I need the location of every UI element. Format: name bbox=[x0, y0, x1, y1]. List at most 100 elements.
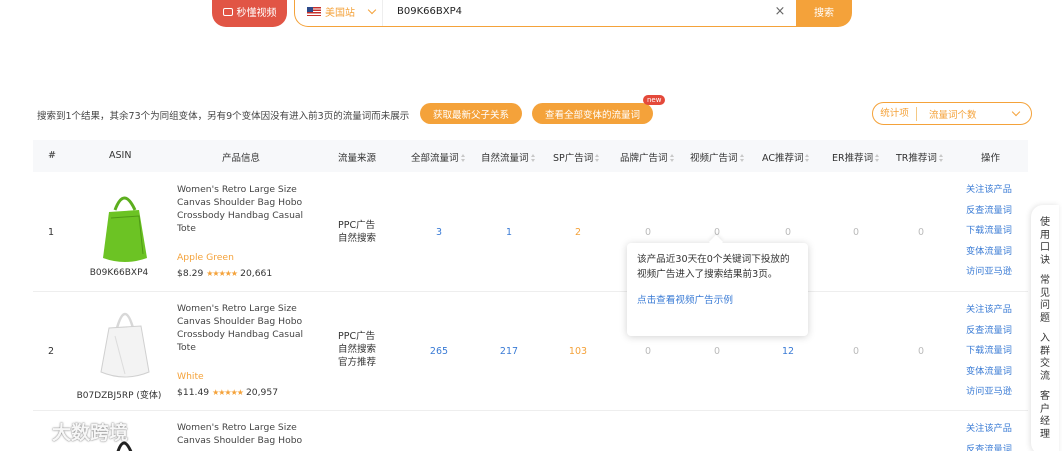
brand-keywords-count: 0 bbox=[644, 227, 652, 238]
watermark-text: 大数跨境 bbox=[52, 422, 129, 444]
sp-keywords-count[interactable]: 2 bbox=[558, 227, 598, 238]
all-keywords-count[interactable]: 3 bbox=[419, 227, 459, 238]
er-keywords-count: 0 bbox=[852, 346, 860, 357]
stat-select[interactable]: 统计项 流量词个数 bbox=[872, 102, 1032, 125]
video-ad-example-link[interactable]: 点击查看视频广告示例 bbox=[637, 293, 798, 308]
er-keywords-count: 0 bbox=[852, 227, 860, 238]
results-table: # ASIN 产品信息 流量来源 全部流量词 自然流量词 SP广告词 品牌广告词… bbox=[33, 140, 1028, 451]
side-help-panel: 使用口诀 常见问题 入群交流 客户经理 bbox=[1031, 205, 1059, 451]
table-row: Women's Retro Large Size Canvas Shoulder… bbox=[33, 411, 1028, 451]
variant-keywords-link[interactable]: 变体流量词 bbox=[966, 362, 1012, 383]
ac-keywords-count[interactable]: 12 bbox=[768, 346, 808, 357]
visit-amazon-link[interactable]: 访问亚马逊 bbox=[966, 382, 1012, 403]
asin-value[interactable]: B07DZBJ5RP (变体) bbox=[69, 388, 169, 401]
get-parent-child-button[interactable]: 获取最新父子关系 bbox=[420, 103, 522, 124]
rating-stars: ★★★★★ bbox=[206, 269, 238, 278]
col-sp-keywords[interactable]: SP广告词 bbox=[553, 150, 600, 164]
rating-stars: ★★★★★ bbox=[212, 388, 244, 397]
sort-icon bbox=[938, 154, 944, 162]
variant-keywords-link[interactable]: 变体流量词 bbox=[966, 242, 1012, 263]
follow-product-link[interactable]: 关注该产品 bbox=[966, 300, 1012, 321]
natural-keywords-count[interactable]: 217 bbox=[489, 346, 529, 357]
stat-value: 流量词个数 bbox=[929, 109, 977, 121]
reverse-lookup-link[interactable]: 反查流量词 bbox=[966, 440, 1012, 451]
sort-icon bbox=[460, 154, 466, 162]
col-all-keywords[interactable]: 全部流量词 bbox=[411, 150, 466, 164]
marketplace-label: 美国站 bbox=[325, 7, 355, 19]
col-natural-keywords[interactable]: 自然流量词 bbox=[481, 150, 536, 164]
product-price-line: $11.49 ★★★★★ 20,957 bbox=[177, 387, 278, 398]
faq-link[interactable]: 常见问题 bbox=[1038, 275, 1052, 325]
product-title[interactable]: Women's Retro Large Size Canvas Shoulder… bbox=[177, 302, 317, 354]
col-sp-keywords-label: SP广告词 bbox=[553, 153, 594, 164]
sort-icon bbox=[669, 154, 675, 162]
col-all-keywords-label: 全部流量词 bbox=[411, 153, 459, 164]
view-all-variants-button[interactable]: 查看全部变体的流量词 bbox=[532, 103, 653, 124]
col-er-keywords-label: ER推荐词 bbox=[832, 153, 874, 164]
table-row: 1 B09K66BXP4 Women's Retro Large Size Ca… bbox=[33, 172, 1028, 292]
chevron-down-icon bbox=[1011, 107, 1021, 117]
stat-label: 统计项 bbox=[873, 106, 917, 121]
sort-icon bbox=[530, 154, 536, 162]
chevron-down-icon bbox=[367, 5, 377, 14]
asin-value[interactable]: B09K66BXP4 bbox=[69, 268, 169, 278]
tv-icon bbox=[222, 7, 233, 16]
top-search-bar: 秒懂视频 美国站 B09K66BXP4 × 搜索 bbox=[0, 0, 1062, 30]
search-input[interactable]: B09K66BXP4 bbox=[383, 6, 770, 17]
video-tutorial-button[interactable]: 秒懂视频 bbox=[212, 0, 287, 27]
col-ac-keywords-label: AC推荐词 bbox=[762, 153, 804, 164]
search-button[interactable]: 搜索 bbox=[796, 0, 852, 27]
col-video-keywords-label: 视频广告词 bbox=[690, 153, 738, 164]
join-group-link[interactable]: 入群交流 bbox=[1038, 333, 1052, 383]
col-brand-keywords[interactable]: 品牌广告词 bbox=[620, 150, 675, 164]
col-ac-keywords[interactable]: AC推荐词 bbox=[762, 150, 810, 164]
col-index: # bbox=[48, 150, 56, 161]
product-image-white-bag[interactable] bbox=[95, 302, 153, 380]
row-index: 2 bbox=[48, 346, 55, 357]
review-count: 20,957 bbox=[245, 387, 279, 398]
sort-icon bbox=[874, 154, 880, 162]
product-color: Apple Green bbox=[177, 252, 234, 263]
tr-keywords-count: 0 bbox=[917, 346, 925, 357]
natural-keywords-count[interactable]: 1 bbox=[489, 227, 529, 238]
product-price: $11.49 bbox=[177, 387, 210, 398]
review-count: 20,661 bbox=[240, 268, 273, 279]
tooltip-text: 该产品近30天在0个关键词下投放的视频广告进入了搜索结果前3页。 bbox=[637, 254, 790, 280]
brand-keywords-count: 0 bbox=[644, 346, 652, 357]
clear-icon[interactable]: × bbox=[770, 4, 790, 19]
sort-icon bbox=[739, 154, 745, 162]
col-er-keywords[interactable]: ER推荐词 bbox=[832, 150, 880, 164]
follow-product-link[interactable]: 关注该产品 bbox=[966, 180, 1012, 201]
reverse-lookup-link[interactable]: 反查流量词 bbox=[966, 321, 1012, 342]
product-color: White bbox=[177, 371, 204, 382]
row-operations: 关注该产品 反查流量词 下载流量词 变体流量词 访问亚马逊 bbox=[966, 300, 1012, 403]
video-ad-tooltip: 该产品近30天在0个关键词下投放的视频广告进入了搜索结果前3页。 点击查看视频广… bbox=[627, 243, 808, 336]
sort-icon bbox=[594, 154, 600, 162]
reverse-lookup-link[interactable]: 反查流量词 bbox=[966, 201, 1012, 222]
visit-amazon-link[interactable]: 访问亚马逊 bbox=[966, 262, 1012, 283]
col-source: 流量来源 bbox=[338, 153, 377, 164]
download-keywords-link[interactable]: 下载流量词 bbox=[966, 341, 1012, 362]
col-brand-keywords-label: 品牌广告词 bbox=[620, 153, 668, 164]
video-keywords-count: 0 bbox=[713, 346, 721, 357]
ac-keywords-count: 0 bbox=[784, 227, 792, 238]
sp-keywords-count[interactable]: 103 bbox=[558, 346, 598, 357]
traffic-source: PPC广告 自然搜索 官方推荐 bbox=[338, 331, 377, 368]
product-image-green-bag[interactable] bbox=[95, 188, 153, 266]
product-title[interactable]: Women's Retro Large Size Canvas Shoulder… bbox=[177, 183, 317, 235]
usage-tips-link[interactable]: 使用口诀 bbox=[1038, 217, 1052, 267]
row-operations: 关注该产品 反查流量词 bbox=[966, 419, 1012, 451]
product-title[interactable]: Women's Retro Large Size Canvas Shoulder… bbox=[177, 421, 317, 447]
col-asin: ASIN bbox=[109, 150, 132, 161]
col-tr-keywords[interactable]: TR推荐词 bbox=[896, 150, 944, 164]
us-flag-icon bbox=[307, 6, 321, 16]
new-badge: new bbox=[643, 95, 666, 105]
table-row: 2 B07DZBJ5RP (变体) Women's Retro Large Si… bbox=[33, 292, 1028, 411]
follow-product-link[interactable]: 关注该产品 bbox=[966, 419, 1012, 440]
account-manager-link[interactable]: 客户经理 bbox=[1038, 391, 1052, 441]
marketplace-select[interactable]: 美国站 bbox=[295, 0, 383, 26]
col-product: 产品信息 bbox=[222, 153, 261, 164]
all-keywords-count[interactable]: 265 bbox=[419, 346, 459, 357]
download-keywords-link[interactable]: 下载流量词 bbox=[966, 221, 1012, 242]
col-video-keywords[interactable]: 视频广告词 bbox=[690, 150, 745, 164]
